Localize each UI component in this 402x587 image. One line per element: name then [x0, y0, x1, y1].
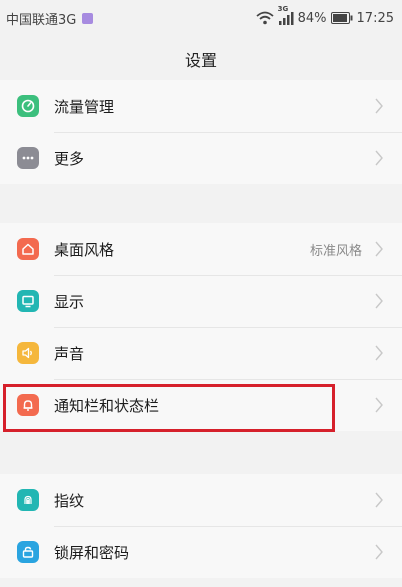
- display-icon: [17, 290, 39, 312]
- lock-icon: [17, 541, 39, 563]
- settings-item-sound[interactable]: 声音: [0, 327, 402, 379]
- chevron-right-icon: [374, 345, 384, 361]
- settings-item-home-style[interactable]: 桌面风格 标准风格: [0, 223, 402, 275]
- wifi-icon: [256, 11, 274, 25]
- settings-item-label: 声音: [54, 344, 85, 363]
- carrier-label: 中国联通3G: [6, 12, 77, 28]
- home-icon: [17, 238, 39, 260]
- settings-item-value: 标准风格: [309, 243, 362, 259]
- settings-item-label: 指纹: [54, 491, 85, 510]
- bell-icon: [17, 394, 39, 416]
- chevron-right-icon: [374, 544, 384, 560]
- fingerprint-icon: [17, 489, 39, 511]
- settings-item-label: 流量管理: [54, 97, 115, 116]
- status-bar-right: 3G 84% 17:25: [256, 5, 394, 26]
- settings-item-lock-screen-password[interactable]: 锁屏和密码: [0, 526, 402, 578]
- status-bar: 中国联通3G 3G 84% 17:25: [0, 0, 402, 36]
- signal-icon: 3G: [278, 5, 294, 25]
- battery-percent: 84%: [297, 10, 327, 26]
- chevron-right-icon: [374, 397, 384, 413]
- chevron-right-icon: [374, 98, 384, 114]
- chevron-right-icon: [374, 150, 384, 166]
- settings-group-network: 流量管理 更多: [0, 80, 402, 184]
- chevron-right-icon: [374, 492, 384, 508]
- speaker-icon: [17, 342, 39, 364]
- settings-item-fingerprint[interactable]: 指纹: [0, 474, 402, 526]
- settings-item-notification-status-bar[interactable]: 通知栏和状态栏: [0, 379, 402, 431]
- page-title: 设置: [184, 51, 217, 70]
- status-bar-left: 中国联通3G: [6, 9, 94, 28]
- sim-icon: [82, 12, 94, 24]
- battery-icon: [330, 12, 353, 24]
- settings-item-more[interactable]: 更多: [0, 132, 402, 184]
- settings-item-label: 通知栏和状态栏: [54, 396, 160, 415]
- settings-group-security: 指纹 锁屏和密码: [0, 474, 402, 578]
- chevron-right-icon: [374, 293, 384, 309]
- chevron-right-icon: [374, 241, 384, 257]
- page-title-bar: 设置: [0, 36, 402, 83]
- settings-group-display: 桌面风格 标准风格 显示 声音 通知栏和状态栏: [0, 223, 402, 431]
- settings-item-label: 更多: [54, 149, 85, 168]
- network-type-label: 3G: [277, 5, 289, 13]
- data-usage-icon: [17, 95, 39, 117]
- settings-item-display[interactable]: 显示: [0, 275, 402, 327]
- settings-item-data-usage[interactable]: 流量管理: [0, 80, 402, 132]
- settings-item-label: 桌面风格: [54, 240, 115, 259]
- clock: 17:25: [356, 10, 394, 26]
- settings-item-label: 显示: [54, 292, 85, 311]
- settings-item-label: 锁屏和密码: [54, 543, 130, 562]
- more-icon: [17, 147, 39, 169]
